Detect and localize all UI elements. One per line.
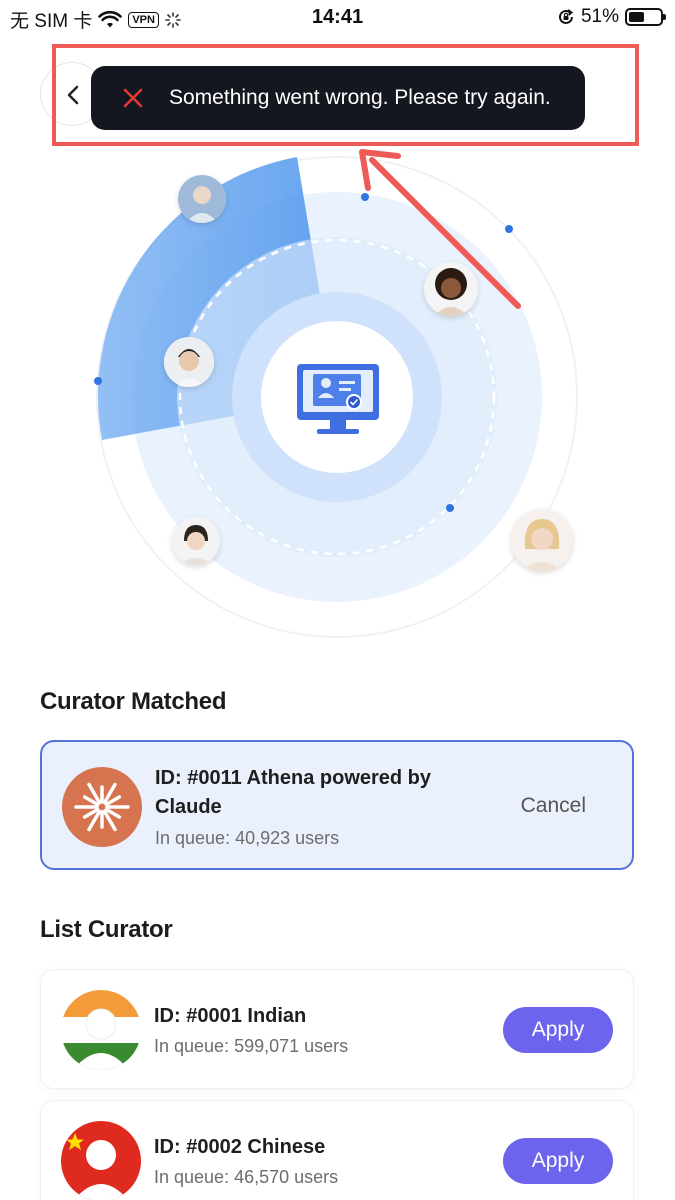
- avatar: [164, 337, 214, 387]
- section-title-list: List Curator: [40, 916, 173, 943]
- curator-queue: In queue: 599,071 users: [154, 1036, 349, 1056]
- avatar: [511, 509, 573, 571]
- curator-queue: In queue: 46,570 users: [154, 1167, 339, 1187]
- avatar: [424, 262, 478, 316]
- battery-fill: [629, 12, 644, 22]
- radar-dot: [94, 377, 102, 385]
- status-right: 51%: [557, 6, 666, 28]
- error-toast: Something went wrong. Please try again.: [91, 66, 585, 130]
- matched-curator-card: ID: #0011 Athena powered by Claude In qu…: [40, 740, 634, 870]
- curator-card-chinese: ID: #0002 Chinese In queue: 46,570 users…: [40, 1100, 634, 1200]
- status-bar: 无 SIM 卡 VPN 14:41 51%: [0, 0, 675, 36]
- toast-message: Something went wrong. Please try again.: [169, 86, 551, 109]
- curator-card-indian: ID: #0001 Indian In queue: 599,071 users…: [40, 969, 634, 1089]
- matched-card-title-line2: Claude: [155, 796, 222, 818]
- radar-dot: [446, 504, 454, 512]
- matching-radar-illustration: [94, 149, 578, 638]
- curator-title: ID: #0002 Chinese: [154, 1136, 326, 1158]
- apply-button[interactable]: Apply: [503, 1007, 613, 1053]
- claude-logo-avatar: [62, 767, 142, 847]
- radar-dot: [361, 193, 369, 201]
- chinese-flag-avatar: [61, 1121, 141, 1200]
- sunburst-icon: [74, 782, 130, 832]
- matched-card-queue: In queue: 40,923 users: [155, 828, 340, 848]
- radar-dot: [505, 225, 513, 233]
- cancel-button[interactable]: Cancel: [521, 794, 586, 818]
- curator-title: ID: #0001 Indian: [154, 1005, 307, 1027]
- avatar: [178, 175, 226, 223]
- battery-percent: 51%: [580, 6, 619, 27]
- apply-button[interactable]: Apply: [503, 1138, 613, 1184]
- section-title-matched: Curator Matched: [40, 688, 227, 715]
- indian-flag-avatar: [61, 990, 141, 1070]
- avatar: [172, 517, 220, 565]
- orientation-lock-icon: [558, 9, 574, 24]
- close-icon: [123, 88, 143, 108]
- battery-icon: [625, 8, 666, 26]
- matched-card-title-line1: ID: #0011 Athena powered by: [155, 767, 432, 789]
